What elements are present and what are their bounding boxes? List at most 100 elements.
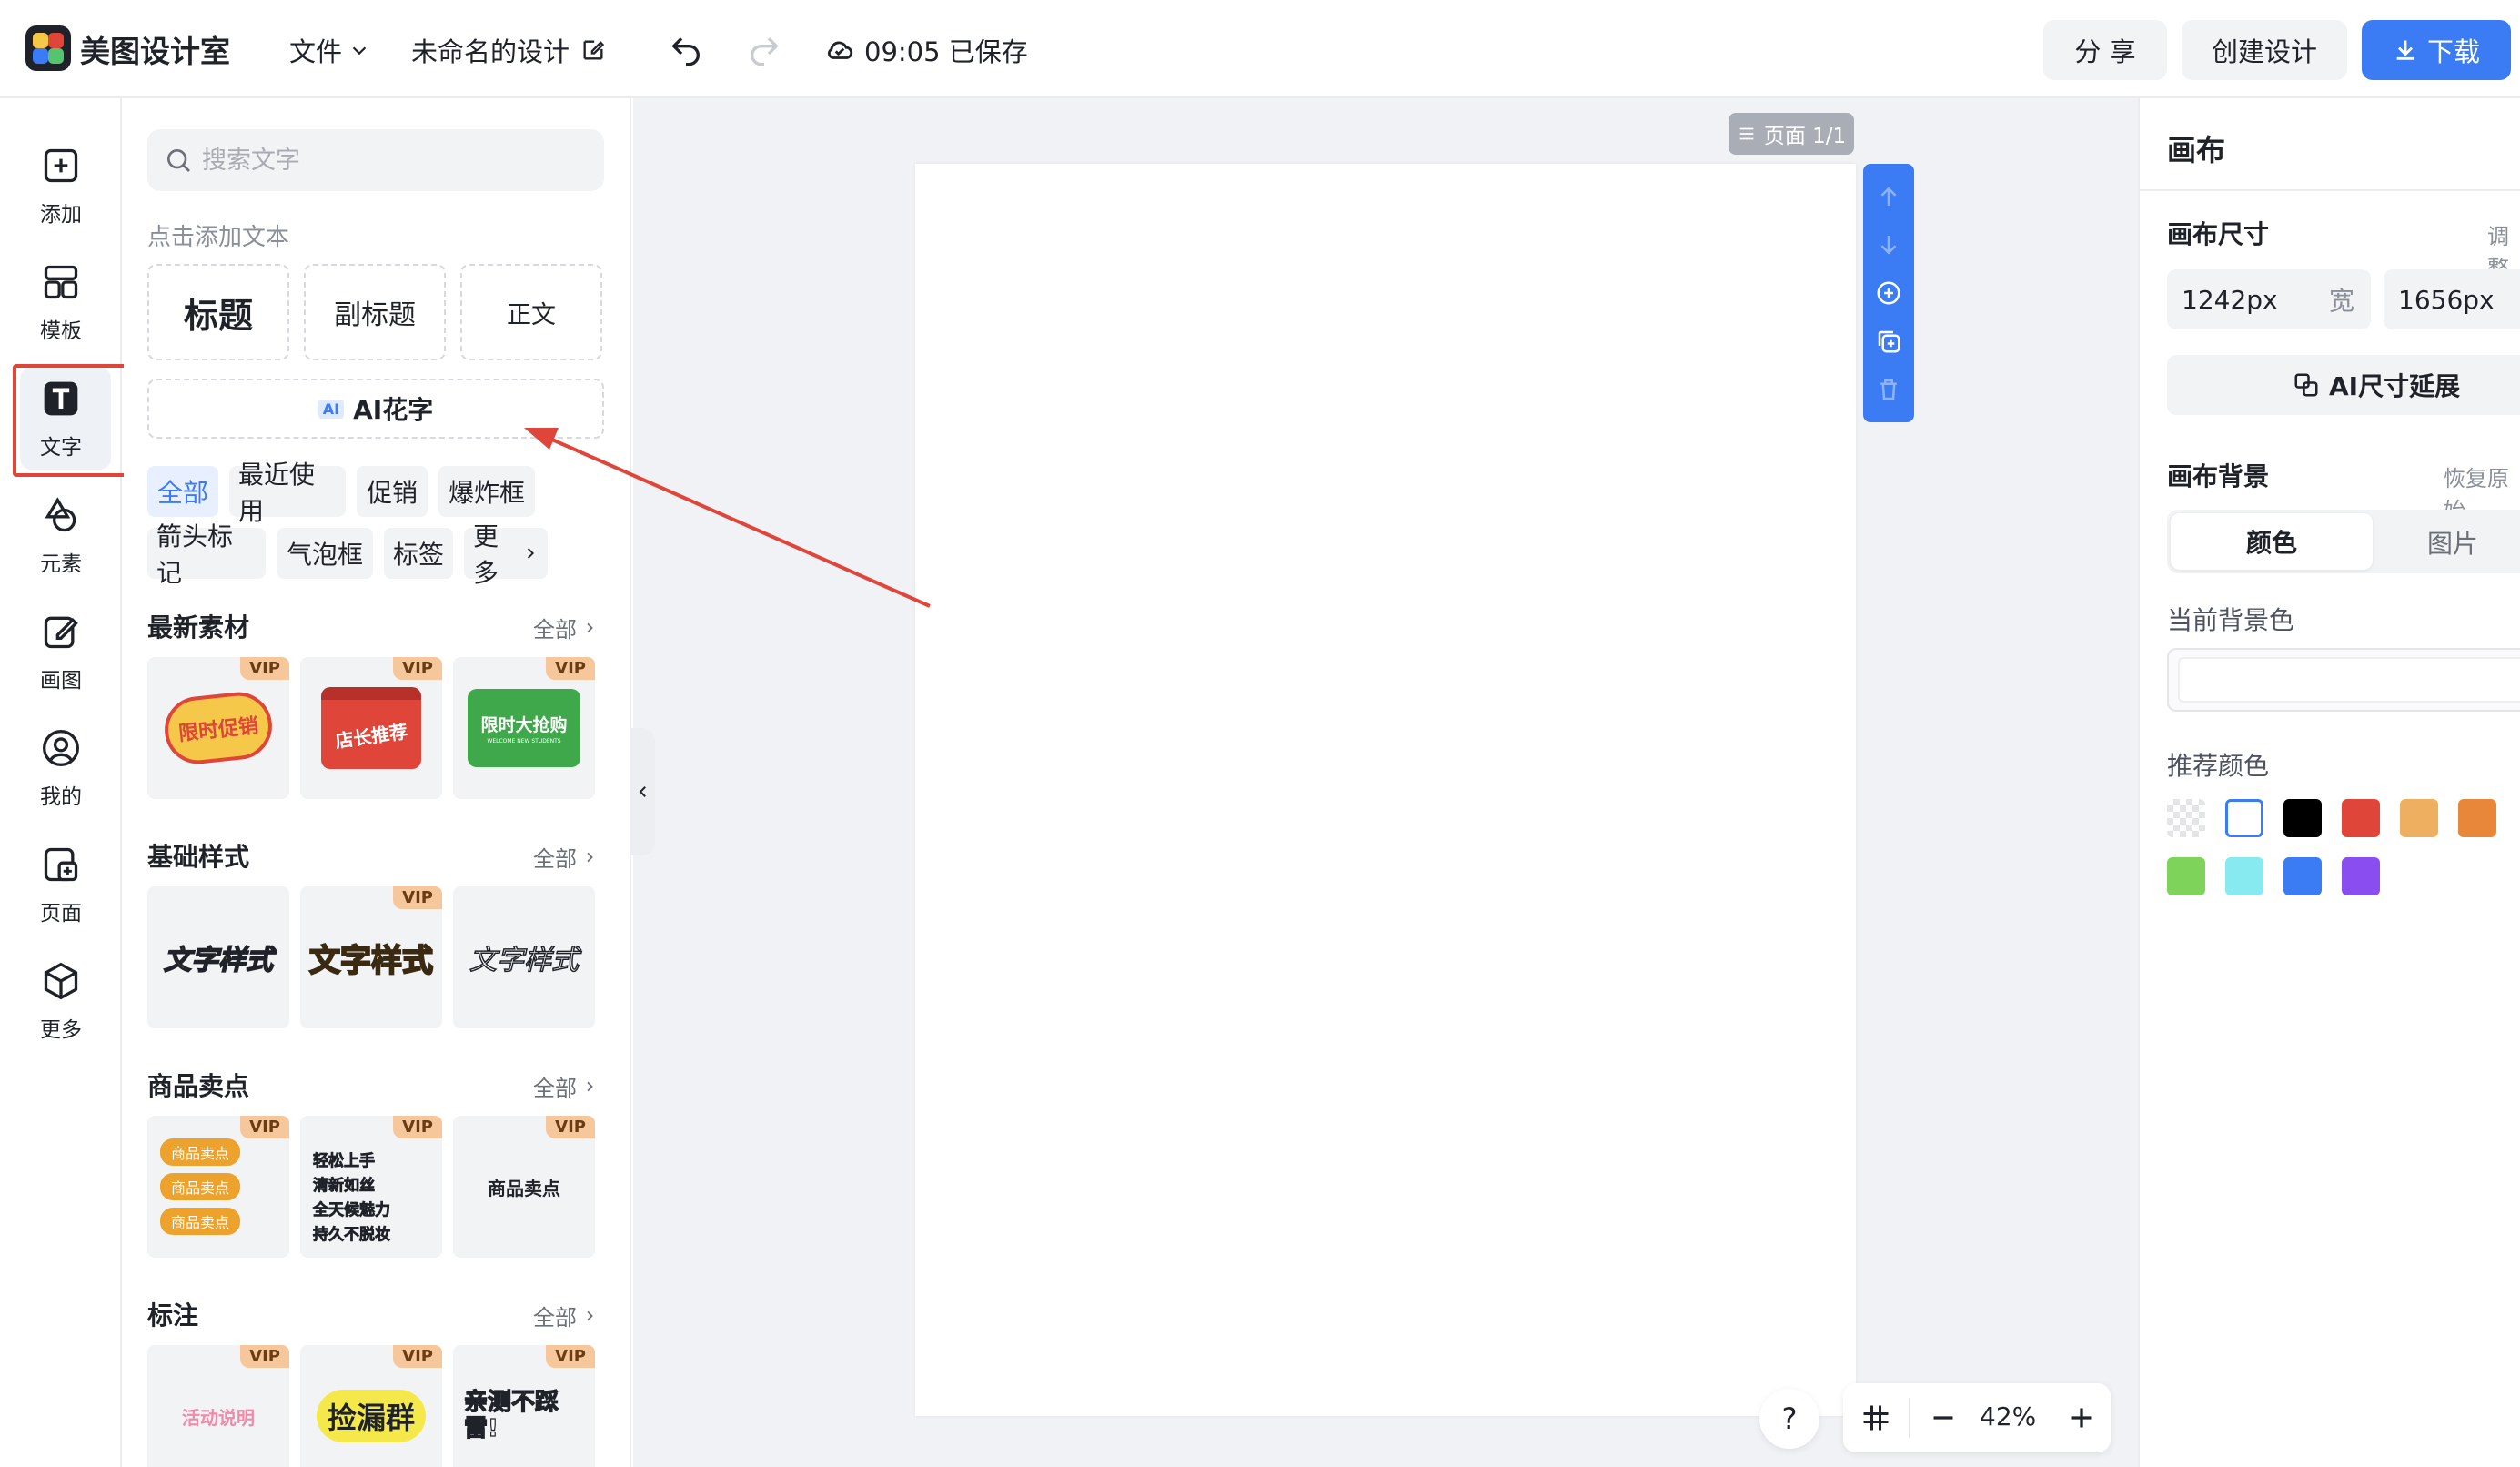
- section-all-annotation[interactable]: 全部: [533, 1300, 597, 1331]
- annotation-text: 亲测不踩雷!: [463, 1389, 559, 1442]
- chevron-right-icon: [587, 1081, 593, 1091]
- add-page-icon[interactable]: [1875, 279, 1902, 307]
- section-all-selling[interactable]: 全部: [533, 1070, 597, 1102]
- width-input[interactable]: 1242px 宽: [2167, 269, 2371, 329]
- zoom-in-icon[interactable]: [2065, 1401, 2098, 1434]
- sticker-card[interactable]: 限时促销 VIP: [147, 657, 289, 799]
- current-bg-color[interactable]: [2167, 648, 2520, 712]
- rail-item-more[interactable]: 更多: [0, 914, 122, 1042]
- ai-size-extend-button[interactable]: AI尺寸延展: [2167, 355, 2520, 415]
- annotation-card[interactable]: 捡漏群 VIP: [300, 1345, 442, 1467]
- delete-page-icon[interactable]: [1875, 376, 1902, 403]
- top-bar: 美图设计室 文件 未命名的设计 09:05 已保存 分 享 创建设计 下载: [0, 0, 2520, 98]
- style-card[interactable]: 文字样式: [147, 886, 289, 1028]
- vip-badge: VIP: [240, 1116, 289, 1138]
- page-indicator[interactable]: 页面 1/1: [1729, 113, 1854, 155]
- width-value: 1242px: [2182, 284, 2278, 315]
- swatch-yellow[interactable]: [2400, 799, 2438, 837]
- swatch-transparent[interactable]: [2167, 799, 2205, 837]
- chip-burst[interactable]: 爆炸框: [438, 466, 535, 517]
- chip-promo[interactable]: 促销: [357, 466, 428, 517]
- rail-item-draw[interactable]: 画图: [0, 564, 122, 693]
- download-button[interactable]: 下载: [2362, 20, 2511, 80]
- help-button[interactable]: ?: [1759, 1389, 1819, 1449]
- chip-arrow[interactable]: 箭头标记: [147, 521, 266, 588]
- vip-badge: VIP: [393, 886, 442, 909]
- app-logo[interactable]: [25, 25, 71, 71]
- annotation-text: 捡漏群: [327, 1401, 415, 1435]
- chip-bubble[interactable]: 气泡框: [277, 528, 373, 579]
- bg-type-image[interactable]: 图片: [2427, 524, 2478, 561]
- annotation-card[interactable]: 亲测不踩雷! VIP: [453, 1345, 595, 1467]
- height-input[interactable]: 1656px: [2384, 269, 2520, 329]
- annotation-card[interactable]: 活动说明 VIP: [147, 1345, 289, 1467]
- section-title-basic: 基础样式: [147, 842, 250, 872]
- chevron-right-icon: [587, 852, 593, 862]
- panel-heading: 画布: [2167, 133, 2226, 167]
- move-down-icon[interactable]: [1875, 231, 1902, 258]
- rail-item-page[interactable]: 页面: [0, 797, 122, 926]
- share-button[interactable]: 分 享: [2043, 20, 2167, 80]
- vip-badge: VIP: [240, 657, 289, 680]
- zoom-out-icon[interactable]: [1927, 1401, 1960, 1434]
- selling-text: 商品卖点: [488, 1177, 560, 1199]
- sticker-text: 限时大抢购: [480, 715, 568, 735]
- artboard[interactable]: [915, 164, 1856, 1416]
- create-design-button[interactable]: 创建设计: [2182, 20, 2347, 80]
- vip-badge: VIP: [546, 1345, 595, 1368]
- swatch-green[interactable]: [2167, 857, 2205, 895]
- swatch-cyan[interactable]: [2225, 857, 2263, 895]
- width-unit: 宽: [2328, 286, 2354, 316]
- sticker-card[interactable]: 限时大抢购 WELCOME NEW STUDENTS VIP: [453, 657, 595, 799]
- search-input[interactable]: [202, 146, 584, 175]
- recommend-colors-label: 推荐颜色: [2167, 751, 2270, 781]
- grid-icon[interactable]: [1860, 1401, 1892, 1434]
- selling-card[interactable]: 商品卖点 VIP: [453, 1116, 595, 1258]
- bg-type-color[interactable]: 颜色: [2171, 513, 2373, 570]
- style-card[interactable]: 文字样式 VIP: [300, 886, 442, 1028]
- brand-name: 美图设计室: [80, 34, 230, 69]
- zoom-value[interactable]: 42%: [1980, 1401, 2036, 1432]
- selling-card[interactable]: 轻松上手 清新如丝 全天候魅力 持久不脱妆 VIP: [300, 1116, 442, 1258]
- rail-item-template[interactable]: 模板: [0, 215, 122, 343]
- swatch-red[interactable]: [2342, 799, 2380, 837]
- style-card[interactable]: 文字样式: [453, 886, 595, 1028]
- add-subtitle-button[interactable]: 副标题: [304, 264, 446, 360]
- undo-icon[interactable]: [668, 31, 704, 67]
- selling-pill: 商品卖点: [160, 1173, 241, 1200]
- move-up-icon[interactable]: [1875, 183, 1902, 210]
- swatch-purple[interactable]: [2342, 857, 2380, 895]
- selling-card[interactable]: 商品卖点 商品卖点 商品卖点 VIP: [147, 1116, 289, 1258]
- chevron-right-icon: [587, 622, 593, 632]
- list-icon: [1739, 127, 1754, 140]
- section-all-basic[interactable]: 全部: [533, 841, 597, 873]
- selling-pill: 商品卖点: [160, 1208, 241, 1235]
- zoom-bar: 42%: [1843, 1383, 2111, 1452]
- chip-recent[interactable]: 最近使用: [229, 460, 346, 526]
- selling-line: 持久不脱妆: [313, 1226, 391, 1245]
- template-icon: [44, 265, 78, 299]
- rail-item-add[interactable]: 添加: [0, 98, 122, 227]
- left-rail: 添加 模板 文字 元素 画图 我的 页面 更多: [0, 98, 122, 1467]
- add-body-button[interactable]: 正文: [460, 264, 602, 360]
- chip-tag[interactable]: 标签: [384, 528, 453, 579]
- all-link-label: 全部: [533, 1076, 577, 1101]
- duplicate-page-icon[interactable]: [1875, 328, 1902, 355]
- swatch-orange[interactable]: [2458, 799, 2496, 837]
- rail-item-mine[interactable]: 我的: [0, 681, 122, 809]
- style-text: 文字样式: [469, 944, 580, 977]
- file-menu[interactable]: 文件: [289, 31, 369, 69]
- chip-all[interactable]: 全部: [147, 466, 218, 517]
- swatch-blue[interactable]: [2283, 857, 2322, 895]
- collapse-panel-button[interactable]: [631, 728, 655, 855]
- search-box[interactable]: [147, 129, 604, 191]
- chip-more[interactable]: 更多: [464, 521, 548, 588]
- swatch-white[interactable]: [2225, 799, 2263, 837]
- sticker-card[interactable]: 店长推荐 VIP: [300, 657, 442, 799]
- swatch-black[interactable]: [2283, 799, 2322, 837]
- section-all-latest[interactable]: 全部: [533, 612, 597, 643]
- add-title-button[interactable]: 标题: [147, 264, 289, 360]
- ai-text-button[interactable]: AI AI花字: [147, 379, 604, 439]
- redo-icon[interactable]: [746, 31, 782, 67]
- doc-title[interactable]: 未命名的设计: [411, 31, 606, 69]
